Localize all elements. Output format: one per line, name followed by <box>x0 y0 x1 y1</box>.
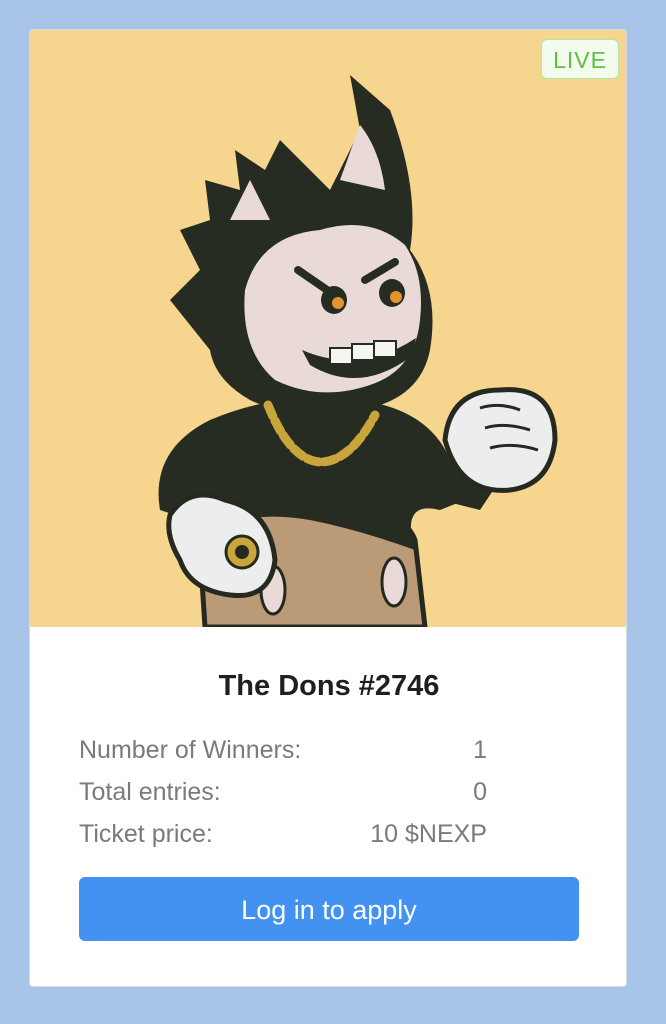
stat-value: 10 $NEXP <box>370 820 487 848</box>
nft-image: LIVE <box>30 30 626 627</box>
nft-title: The Dons #2746 <box>218 670 440 702</box>
login-to-apply-button[interactable]: Log in to apply <box>79 877 579 941</box>
stat-label: Ticket price: <box>79 820 213 848</box>
stat-label: Number of Winners: <box>79 736 302 764</box>
stat-row-ticket-price: Ticket price: 10 $NEXP <box>79 820 487 860</box>
stat-row-winners: Number of Winners: 1 <box>79 736 487 776</box>
stat-value: 0 <box>473 778 487 806</box>
stat-row-entries: Total entries: 0 <box>79 778 487 818</box>
cartoon-cat-illustration <box>158 75 558 627</box>
live-badge: LIVE <box>541 39 619 79</box>
raffle-card: LIVE The Dons #2746 Number of Winners: 1… <box>29 29 627 987</box>
stat-label: Total entries: <box>79 778 221 806</box>
stat-value: 1 <box>473 736 487 764</box>
